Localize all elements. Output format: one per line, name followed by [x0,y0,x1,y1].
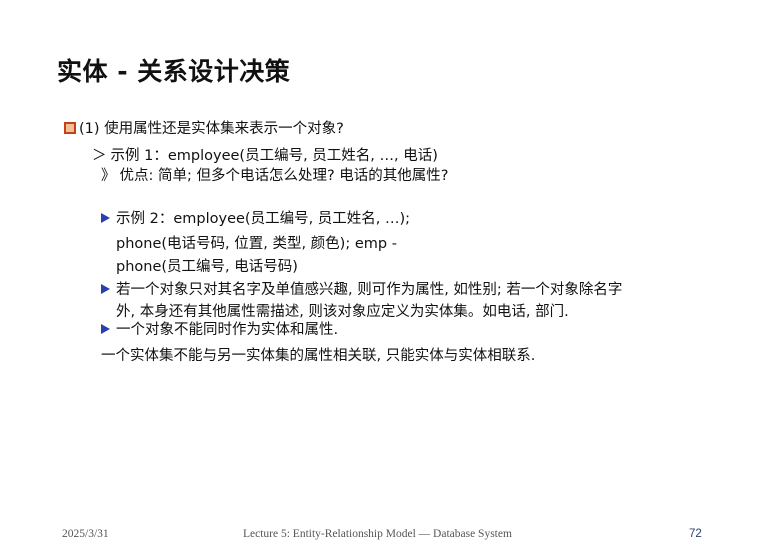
triangle-bullet-icon [101,324,110,334]
example-2-line-3: phone(员工编号, 电话号码) [116,259,298,275]
page-number: 72 [689,528,702,540]
square-bullet-icon [64,122,76,134]
question-1: (1) 使用属性还是实体集来表示一个对象? [64,119,344,140]
example-1-note: 》优点: 简单; 但多个电话怎么处理? 电话的其他属性? [101,166,449,187]
footer-date: 2025/3/31 [62,528,109,540]
rule-1-line-1: 若一个对象只对其名字及单值感兴趣, 则可作为属性, 如性别; 若一个对象除名字 [101,280,622,301]
rule-2: 一个对象不能同时作为实体和属性. [101,320,338,341]
example-1: ＞示例 1：employee(员工编号, 员工姓名, …, 电话) [92,146,438,167]
rule-3: 一个实体集不能与另一实体集的属性相关联, 只能实体与实体相联系. [101,348,536,364]
example-2-line-2: phone(电话号码, 位置, 类型, 颜色); emp - [116,236,397,252]
slide: 实体 - 关系设计决策 (1) 使用属性还是实体集来表示一个对象? ＞示例 1：… [0,0,769,550]
example-2-line-1-text: 示例 2：employee(员工编号, 员工姓名, …); [116,211,411,227]
example-1-text: 示例 1：employee(员工编号, 员工姓名, …, 电话) [110,148,438,164]
rule-1-line-1-text: 若一个对象只对其名字及单值感兴趣, 则可作为属性, 如性别; 若一个对象除名字 [116,282,623,298]
question-1-text: (1) 使用属性还是实体集来表示一个对象? [79,121,344,137]
rule-2-text: 一个对象不能同时作为实体和属性. [116,322,339,338]
triangle-bullet-icon [101,284,110,294]
footer-lecture: Lecture 5: Entity-Relationship Model — D… [243,528,512,540]
double-chevron-right-icon: 》 [101,168,116,184]
slide-title: 实体 - 关系设计决策 [57,57,291,86]
triangle-bullet-icon [101,213,110,223]
example-2-line-1: 示例 2：employee(员工编号, 员工姓名, …); [101,209,410,230]
example-1-note-text: 优点: 简单; 但多个电话怎么处理? 电话的其他属性? [119,168,449,184]
chevron-right-icon: ＞ [92,148,107,164]
